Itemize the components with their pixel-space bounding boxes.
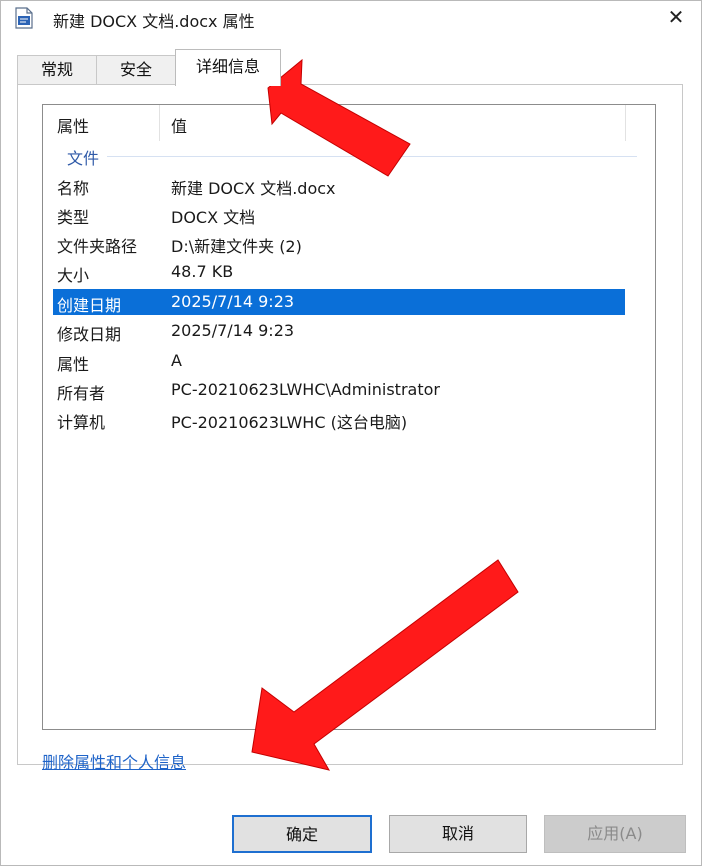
tab-security[interactable]: 安全 bbox=[96, 55, 176, 84]
detail-value: 2025/7/14 9:23 bbox=[171, 292, 295, 311]
detail-key: 类型 bbox=[57, 208, 90, 227]
column-divider[interactable] bbox=[625, 105, 626, 141]
detail-row-name[interactable]: 名称 新建 DOCX 文档.docx bbox=[53, 172, 625, 198]
detail-row-created[interactable]: 创建日期 2025/7/14 9:23 bbox=[53, 289, 625, 315]
detail-row-computer[interactable]: 计算机 PC-20210623LWHC (这台电脑) bbox=[53, 406, 625, 432]
detail-key: 文件夹路径 bbox=[57, 237, 138, 256]
group-header-file: 文件 bbox=[67, 149, 100, 168]
detail-key: 名称 bbox=[57, 179, 90, 198]
group-divider bbox=[107, 156, 637, 157]
detail-row-attributes[interactable]: 属性 A bbox=[53, 348, 625, 374]
detail-row-folder-path[interactable]: 文件夹路径 D:\新建文件夹 (2) bbox=[53, 230, 625, 256]
title-bar: 新建 DOCX 文档.docx 属性 ✕ bbox=[1, 1, 701, 37]
column-divider[interactable] bbox=[159, 105, 160, 141]
close-button[interactable]: ✕ bbox=[653, 1, 699, 35]
detail-row-owner[interactable]: 所有者 PC-20210623LWHC\Administrator bbox=[53, 377, 625, 403]
detail-value: DOCX 文档 bbox=[171, 208, 256, 227]
detail-key: 创建日期 bbox=[57, 296, 122, 315]
detail-key: 修改日期 bbox=[57, 325, 122, 344]
close-icon: ✕ bbox=[667, 5, 685, 29]
cancel-button[interactable]: 取消 bbox=[389, 815, 527, 853]
details-list[interactable]: 属性 值 文件 名称 新建 DOCX 文档.docx 类型 DOCX 文档 文件… bbox=[42, 104, 656, 730]
properties-dialog: 新建 DOCX 文档.docx 属性 ✕ 常规 安全 详细信息 属性 值 文件 … bbox=[0, 0, 702, 866]
ok-button[interactable]: 确定 bbox=[232, 815, 372, 853]
remove-properties-link[interactable]: 删除属性和个人信息 bbox=[42, 749, 186, 773]
column-header: 属性 值 bbox=[43, 105, 655, 141]
tab-general[interactable]: 常规 bbox=[17, 55, 97, 84]
detail-value: 2025/7/14 9:23 bbox=[171, 321, 295, 340]
column-header-value[interactable]: 值 bbox=[171, 113, 187, 137]
column-header-property[interactable]: 属性 bbox=[57, 113, 89, 137]
detail-key: 大小 bbox=[57, 266, 90, 285]
detail-row-modified[interactable]: 修改日期 2025/7/14 9:23 bbox=[53, 318, 625, 344]
detail-key: 所有者 bbox=[57, 384, 106, 403]
detail-key: 属性 bbox=[57, 355, 90, 374]
apply-button[interactable]: 应用(A) bbox=[544, 815, 686, 853]
detail-value: 48.7 KB bbox=[171, 262, 234, 281]
detail-row-size[interactable]: 大小 48.7 KB bbox=[53, 259, 625, 285]
document-icon bbox=[15, 7, 33, 29]
detail-value: 新建 DOCX 文档.docx bbox=[171, 179, 336, 198]
window-title: 新建 DOCX 文档.docx 属性 bbox=[53, 12, 255, 31]
detail-value: PC-20210623LWHC\Administrator bbox=[171, 380, 440, 399]
detail-value: A bbox=[171, 351, 182, 370]
detail-value: D:\新建文件夹 (2) bbox=[171, 237, 302, 256]
detail-key: 计算机 bbox=[57, 413, 106, 432]
tab-details[interactable]: 详细信息 bbox=[175, 49, 281, 86]
detail-value: PC-20210623LWHC (这台电脑) bbox=[171, 413, 408, 432]
detail-row-type[interactable]: 类型 DOCX 文档 bbox=[53, 201, 625, 227]
